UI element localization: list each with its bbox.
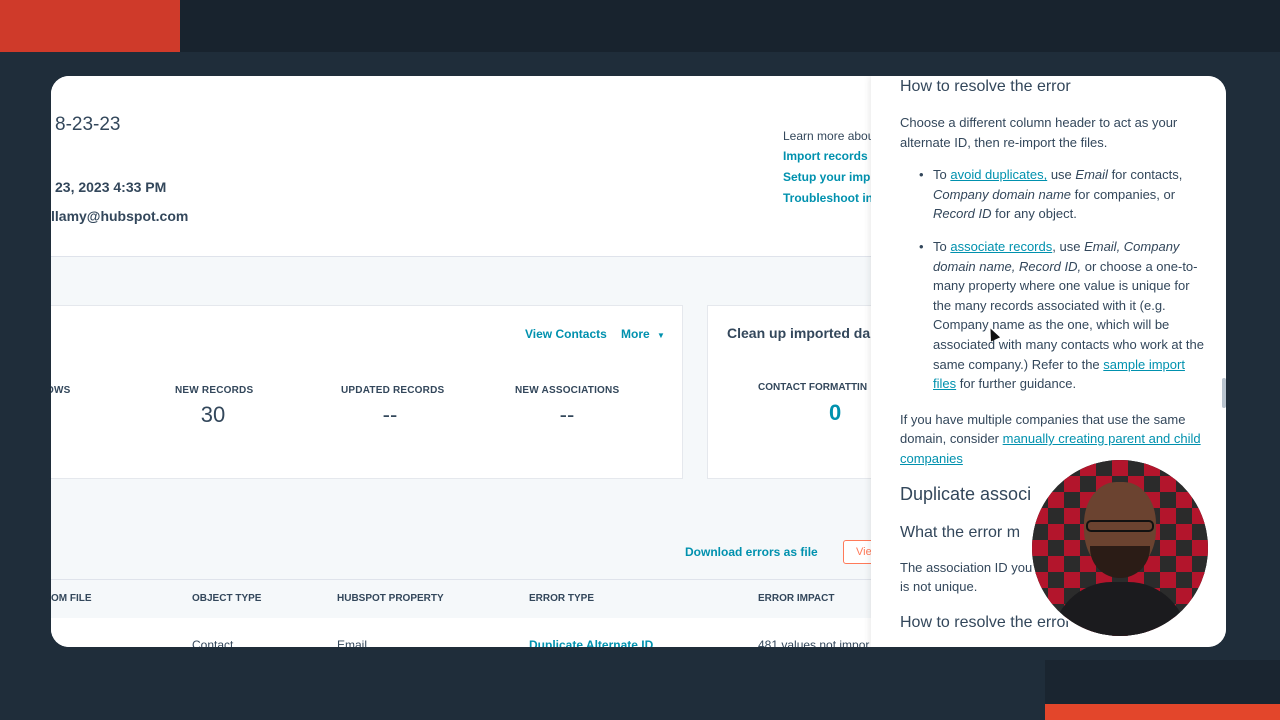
glasses-icon [1086,520,1154,532]
stat-label-new-associations: NEW ASSOCIATIONS [515,385,620,396]
associate-records-link[interactable]: associate records [950,239,1052,254]
list-item: To associate records, use Email, Company… [900,237,1205,394]
resolve-intro: Choose a different column header to act … [900,115,1178,150]
text: for companies, or [1074,186,1176,202]
text: use [1050,167,1072,183]
panel-scrollbar[interactable] [1222,378,1226,408]
text: or choose a one-to-many property where o… [933,258,1204,372]
stat-label-updated-records: UPDATED RECORDS [341,385,445,396]
import-records-link[interactable]: Import records [783,149,868,163]
brand-accent-top [0,0,180,52]
setup-import-link[interactable]: Setup your imp [783,170,870,184]
stat-value-updated-records: -- [382,402,398,427]
view-errors-button[interactable]: Vie [843,540,871,564]
text: To [933,238,947,254]
cell-error-type-link[interactable]: Duplicate Alternate ID [529,638,653,647]
stat-value-new-associations: -- [559,402,575,427]
text: To [933,167,947,183]
stat-value-new-records: 30 [200,402,226,427]
column-header-error-impact[interactable]: ERROR IMPACT [758,593,834,604]
top-strip [180,0,1280,52]
text: for contacts, [1111,167,1183,183]
more-dropdown[interactable]: More ▼ [621,327,665,341]
emphasis: Email [1075,167,1108,183]
stat-label-new-records: NEW RECORDS [175,385,254,396]
import-details-page: 8-23-23 23, 2023 4:33 PM llamy@hubspot.c… [51,76,871,647]
text: , use [1052,238,1081,254]
cell-object-type: Contact [192,638,234,647]
troubleshoot-link[interactable]: Troubleshoot in [783,191,871,205]
learn-more-label: Learn more abou [783,129,871,143]
resolve-list: To avoid duplicates, use Email for conta… [900,165,1205,394]
resolve-heading: How to resolve the error [900,78,1071,95]
column-header-object-type[interactable]: OBJECT TYPE [192,593,261,604]
view-contacts-link[interactable]: View Contacts [525,327,607,341]
webcam-overlay [1032,460,1208,636]
contact-formatting-label: CONTACT FORMATTIN [758,382,868,393]
column-header-error-type[interactable]: ERROR TYPE [529,593,594,604]
column-header-hubspot-property[interactable]: HUBSPOT PROPERTY [337,593,444,604]
corner-block [1045,660,1280,704]
stat-label-rows: OWS [51,385,71,396]
contact-formatting-value[interactable]: 0 [829,400,841,426]
caret-down-icon: ▼ [657,331,665,340]
avoid-duplicates-link[interactable]: avoid duplicates, [950,167,1047,182]
emphasis: Company domain name [933,186,1072,202]
more-label: More [621,327,650,341]
errors-table-header [51,579,871,619]
cell-hubspot-property: Email [337,638,368,647]
brand-accent-bottom [1045,704,1280,720]
emphasis: Record ID [933,206,992,222]
list-item: To avoid duplicates, use Email for conta… [900,165,1205,224]
import-user: llamy@hubspot.com [51,208,189,224]
import-date: 23, 2023 4:33 PM [55,179,167,195]
cleanup-title: Clean up imported da [727,325,871,341]
import-title: 8-23-23 [55,114,121,135]
import-header: 8-23-23 23, 2023 4:33 PM llamy@hubspot.c… [51,76,871,257]
text: for further guidance. [959,376,1077,392]
column-header-file[interactable]: OM FILE [51,593,92,604]
download-errors-button[interactable]: Download errors as file [685,545,818,559]
table-row [51,618,871,647]
cell-error-impact: 481 values not impor [758,638,870,647]
text: for any object. [995,206,1077,222]
